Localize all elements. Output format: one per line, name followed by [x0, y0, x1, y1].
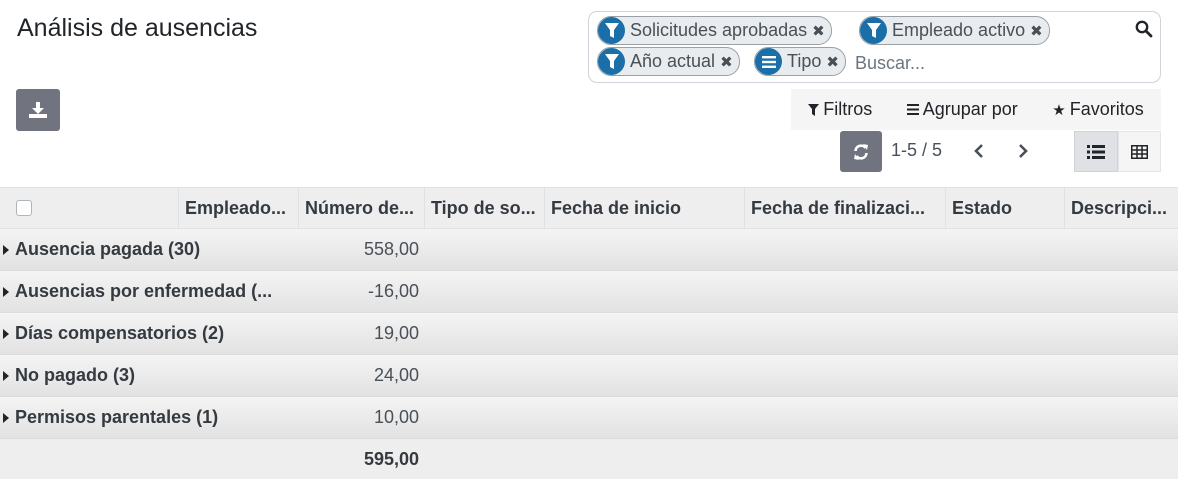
pager-next-button[interactable]: [1012, 140, 1034, 162]
facet-label: Tipo: [787, 51, 822, 71]
caret-right-icon: [3, 245, 9, 255]
group-name: Días compensatorios (2): [15, 323, 225, 343]
table-footer: 595,00: [0, 439, 1178, 479]
group-by-icon: [906, 104, 919, 115]
list-view-button[interactable]: [1074, 131, 1118, 172]
column-header[interactable]: Tipo de so...: [424, 188, 544, 228]
column-header[interactable]: Fecha de inicio: [544, 188, 744, 228]
facet-tipo[interactable]: Tipo ✖: [754, 47, 846, 76]
select-all-checkbox[interactable]: [16, 200, 32, 216]
facet-label: Empleado activo: [892, 20, 1026, 40]
close-icon[interactable]: ✖: [1030, 22, 1043, 40]
filter-icon: [808, 103, 820, 116]
download-button[interactable]: [16, 89, 60, 131]
search-options-bar: Filtros Agrupar por ★ Favoritos: [791, 89, 1161, 130]
facet-ano-actual[interactable]: Año actual ✖: [597, 47, 740, 76]
filters-label: Filtros: [823, 99, 873, 119]
group-by-label: Agrupar por: [922, 99, 1018, 119]
caret-right-icon: [3, 287, 9, 297]
search-bar[interactable]: Solicitudes aprobadas ✖ Empleado activo …: [588, 11, 1161, 83]
group-by-icon: [755, 48, 782, 75]
search-icon[interactable]: [1135, 20, 1153, 38]
group-value: -16,00: [367, 281, 419, 301]
facet-label: Solicitudes aprobadas: [630, 20, 808, 40]
group-row[interactable]: Ausencias por enfermedad (... -16,00: [0, 271, 1178, 313]
group-name: Ausencias por enfermedad (...: [15, 281, 273, 301]
pager-value[interactable]: 1-5 / 5: [891, 140, 942, 161]
favorites-label: Favoritos: [1069, 99, 1144, 119]
filter-icon: [598, 17, 625, 44]
group-value: 10,00: [373, 407, 419, 427]
column-header[interactable]: Fecha de finalizaci...: [744, 188, 945, 228]
group-value: 558,00: [363, 239, 419, 259]
group-value: 24,00: [373, 365, 419, 385]
data-table: Empleado... Número de... Tipo de so... F…: [0, 187, 1178, 479]
favorites-dropdown[interactable]: ★ Favoritos: [1052, 99, 1143, 120]
close-icon[interactable]: ✖: [812, 22, 825, 40]
column-header[interactable]: Estado: [945, 188, 1064, 228]
filter-icon: [598, 48, 625, 75]
facet-solicitudes-aprobadas[interactable]: Solicitudes aprobadas ✖: [597, 16, 832, 45]
page-title: Análisis de ausencias: [17, 14, 258, 42]
list-icon: [1087, 144, 1105, 159]
table-header: Empleado... Número de... Tipo de so... F…: [0, 187, 1178, 229]
refresh-button[interactable]: [840, 131, 882, 172]
group-by-dropdown[interactable]: Agrupar por: [906, 99, 1018, 120]
column-header[interactable]: Número de...: [298, 188, 424, 228]
group-row[interactable]: Ausencia pagada (30) 558,00: [0, 229, 1178, 271]
total-value: 595,00: [363, 449, 419, 469]
chevron-left-icon: [974, 144, 983, 158]
pivot-view-button[interactable]: [1118, 131, 1161, 172]
star-icon: ★: [1052, 101, 1066, 119]
search-input[interactable]: [855, 49, 1145, 77]
group-value: 19,00: [373, 323, 419, 343]
group-row[interactable]: Días compensatorios (2) 19,00: [0, 313, 1178, 355]
facet-empleado-activo[interactable]: Empleado activo ✖: [859, 16, 1050, 45]
group-name: Permisos parentales (1): [15, 407, 219, 427]
table-icon: [1131, 144, 1148, 159]
caret-right-icon: [3, 413, 9, 423]
group-row[interactable]: No pagado (3) 24,00: [0, 355, 1178, 397]
facet-label: Año actual: [630, 51, 716, 71]
close-icon[interactable]: ✖: [826, 53, 839, 71]
close-icon[interactable]: ✖: [720, 53, 733, 71]
refresh-icon: [854, 143, 868, 160]
column-header[interactable]: Descripci...: [1064, 188, 1178, 228]
download-icon: [29, 102, 47, 118]
filters-dropdown[interactable]: Filtros: [808, 99, 872, 120]
group-name: No pagado (3): [15, 365, 135, 385]
caret-right-icon: [3, 329, 9, 339]
caret-right-icon: [3, 371, 9, 381]
column-header[interactable]: Empleado...: [178, 188, 298, 228]
group-name: Ausencia pagada (30): [15, 239, 201, 259]
pager-previous-button[interactable]: [968, 140, 990, 162]
chevron-right-icon: [1019, 144, 1028, 158]
group-row[interactable]: Permisos parentales (1) 10,00: [0, 397, 1178, 439]
filter-icon: [860, 17, 887, 44]
